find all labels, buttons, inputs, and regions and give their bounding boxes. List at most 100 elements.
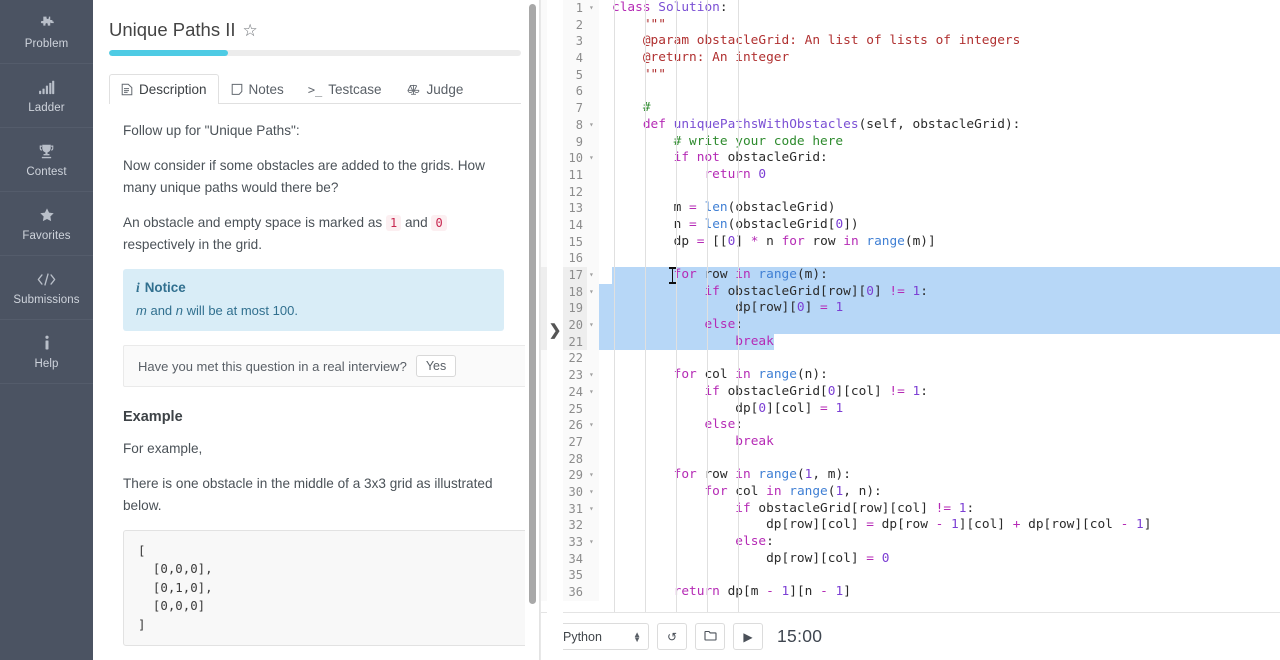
code-line[interactable]: 34 dp[row][col] = 0 (541, 550, 1280, 568)
code-line[interactable]: 10 ▾ if not obstacleGrid: (541, 150, 1280, 167)
code-line[interactable]: 17 ▾ for row in range(m): (541, 267, 1280, 284)
code-line-text[interactable] (599, 184, 1280, 201)
code-line-text[interactable]: break (599, 333, 1280, 351)
code-line[interactable]: 2 """ (541, 16, 1280, 34)
code-line-text[interactable]: @param obstacleGrid: An list of lists of… (599, 33, 1280, 50)
code-line[interactable]: 29 ▾ for row in range(1, m): (541, 467, 1280, 484)
interview-yes-button[interactable]: Yes (415, 355, 457, 378)
code-line[interactable]: 30 ▾ for col in range(1, n): (541, 483, 1280, 501)
code-line[interactable]: 19 dp[row][0] = 1 (541, 300, 1280, 318)
description-scrollbar-thumb[interactable] (529, 4, 536, 604)
code-line-text[interactable]: @return: An integer (599, 50, 1280, 67)
code-line-text[interactable]: return 0 (599, 167, 1280, 184)
code-line-text[interactable]: dp[row][0] = 1 (599, 300, 1280, 318)
fold-toggle-icon[interactable]: ▾ (587, 150, 599, 167)
code-line-text[interactable]: if obstacleGrid[row][0] != 1: (599, 283, 1280, 301)
sidebar-item-contest[interactable]: Contest (0, 128, 93, 192)
code-line-text[interactable]: dp = [[0] * n for row in range(m)] (599, 234, 1280, 251)
code-line[interactable]: 16 (541, 250, 1280, 267)
code-line-text[interactable]: n = len(obstacleGrid[0]) (599, 217, 1280, 234)
code-line-text[interactable]: # (599, 100, 1280, 117)
sidebar-item-problem[interactable]: Problem (0, 0, 93, 64)
code-line[interactable]: 15 dp = [[0] * n for row in range(m)] (541, 233, 1280, 251)
open-file-button[interactable] (695, 623, 725, 650)
code-line[interactable]: 33 ▾ else: (541, 534, 1280, 551)
fold-toggle-icon[interactable]: ▾ (587, 116, 599, 134)
code-line-text[interactable]: for row in range(1, m): (599, 467, 1280, 484)
code-line-text[interactable]: else: (599, 534, 1280, 551)
code-editor[interactable]: 1 ▾ class Solution: 2 """ 3 @param obstacleG… (541, 0, 1280, 612)
code-line[interactable]: 24 ▾ if obstacleGrid[0][col] != 1: (541, 383, 1280, 401)
code-line[interactable]: 28 (541, 450, 1280, 468)
fold-toggle-icon[interactable]: ▾ (587, 467, 599, 484)
tab-description[interactable]: Description (109, 74, 219, 104)
code-line-text[interactable] (599, 350, 1280, 367)
tab-notes[interactable]: Notes (219, 74, 296, 104)
code-line-text[interactable]: for col in range(n): (599, 367, 1280, 384)
code-line-text[interactable]: else: (599, 417, 1280, 434)
code-line-text[interactable]: if not obstacleGrid: (599, 150, 1280, 167)
code-line[interactable]: 4 @return: An integer (541, 50, 1280, 67)
fold-toggle-icon[interactable]: ▾ (587, 383, 599, 401)
code-line[interactable]: 26 ▾ else: (541, 417, 1280, 434)
fold-toggle-icon[interactable]: ▾ (587, 500, 599, 518)
fold-toggle-icon[interactable]: ▾ (587, 534, 599, 551)
code-line[interactable]: 6 (541, 83, 1280, 101)
code-lines[interactable]: 1 ▾ class Solution: 2 """ 3 @param obstacleG… (541, 0, 1280, 601)
sidebar-item-favorites[interactable]: Favorites (0, 192, 93, 256)
code-line-text[interactable]: return dp[m - 1][n - 1] (599, 584, 1280, 601)
code-line-text[interactable]: dp[row][col] = 0 (599, 551, 1280, 568)
fold-toggle-icon[interactable]: ▾ (587, 267, 599, 284)
code-line[interactable]: 14 n = len(obstacleGrid[0]) (541, 216, 1280, 234)
code-line-text[interactable]: """ (599, 67, 1280, 84)
code-line-text[interactable]: # write your code here (599, 134, 1280, 151)
code-line[interactable]: 20 ▾ else: (541, 317, 1280, 334)
code-line[interactable]: 22 (541, 350, 1280, 368)
sidebar-item-help[interactable]: Help (0, 320, 93, 384)
code-line[interactable]: 7 # (541, 100, 1280, 117)
fold-toggle-icon[interactable]: ▾ (587, 317, 599, 334)
code-line-text[interactable]: """ (599, 17, 1280, 34)
code-line[interactable]: 27 break (541, 433, 1280, 451)
sidebar-item-ladder[interactable]: Ladder (0, 64, 93, 128)
code-line-text[interactable]: if obstacleGrid[0][col] != 1: (599, 384, 1280, 401)
code-line[interactable]: 23 ▾ for col in range(n): (541, 367, 1280, 384)
tab-judge[interactable]: Judge (394, 74, 476, 104)
code-line-text[interactable]: else: (599, 317, 1280, 334)
code-line-text[interactable] (599, 250, 1280, 267)
code-line-text[interactable] (599, 83, 1280, 100)
code-line[interactable]: 13 m = len(obstacleGrid) (541, 200, 1280, 217)
code-line[interactable]: 11 return 0 (541, 166, 1280, 184)
run-code-button[interactable]: ▶ (733, 623, 763, 650)
code-line[interactable]: 21 break (541, 333, 1280, 351)
fold-toggle-icon[interactable]: ▾ (587, 417, 599, 434)
sidebar-item-submissions[interactable]: Submissions (0, 256, 93, 320)
code-line[interactable]: 9 # write your code here (541, 133, 1280, 151)
fold-toggle-icon[interactable]: ▾ (587, 367, 599, 384)
description-scrollbar[interactable] (525, 0, 539, 660)
favorite-star-icon[interactable]: ☆ (243, 22, 258, 39)
code-line-text[interactable]: dp[0][col] = 1 (599, 401, 1280, 418)
code-line-text[interactable]: for row in range(m): (599, 267, 1280, 284)
code-line[interactable]: 25 dp[0][col] = 1 (541, 400, 1280, 418)
reset-code-button[interactable]: ↺ (657, 623, 687, 650)
code-line[interactable]: 1 ▾ class Solution: (541, 0, 1280, 17)
code-line[interactable]: 12 (541, 183, 1280, 201)
fold-toggle-icon[interactable]: ▾ (587, 283, 599, 301)
code-line[interactable]: 5 """ (541, 66, 1280, 84)
code-line-text[interactable] (599, 567, 1280, 584)
code-line[interactable]: 3 @param obstacleGrid: An list of lists … (541, 33, 1280, 51)
code-line-text[interactable]: def uniquePathsWithObstacles(self, obsta… (599, 117, 1280, 134)
language-select[interactable]: Python ▲ ▼ (553, 623, 649, 650)
fold-toggle-icon[interactable]: ▾ (587, 483, 599, 501)
fold-toggle-icon[interactable]: ▾ (587, 0, 599, 17)
code-line-text[interactable]: break (599, 434, 1280, 451)
tab-testcase[interactable]: >_ Testcase (296, 74, 394, 104)
code-line[interactable]: 18 ▾ if obstacleGrid[row][0] != 1: (541, 283, 1280, 301)
code-line-text[interactable] (599, 451, 1280, 468)
code-line[interactable]: 36 return dp[m - 1][n - 1] (541, 584, 1280, 601)
code-line-text[interactable]: m = len(obstacleGrid) (599, 200, 1280, 217)
code-line[interactable]: 32 dp[row][col] = dp[row - 1][col] + dp[… (541, 517, 1280, 534)
code-line-text[interactable]: class Solution: (599, 0, 1280, 17)
code-line-text[interactable]: dp[row][col] = dp[row - 1][col] + dp[row… (599, 517, 1280, 534)
